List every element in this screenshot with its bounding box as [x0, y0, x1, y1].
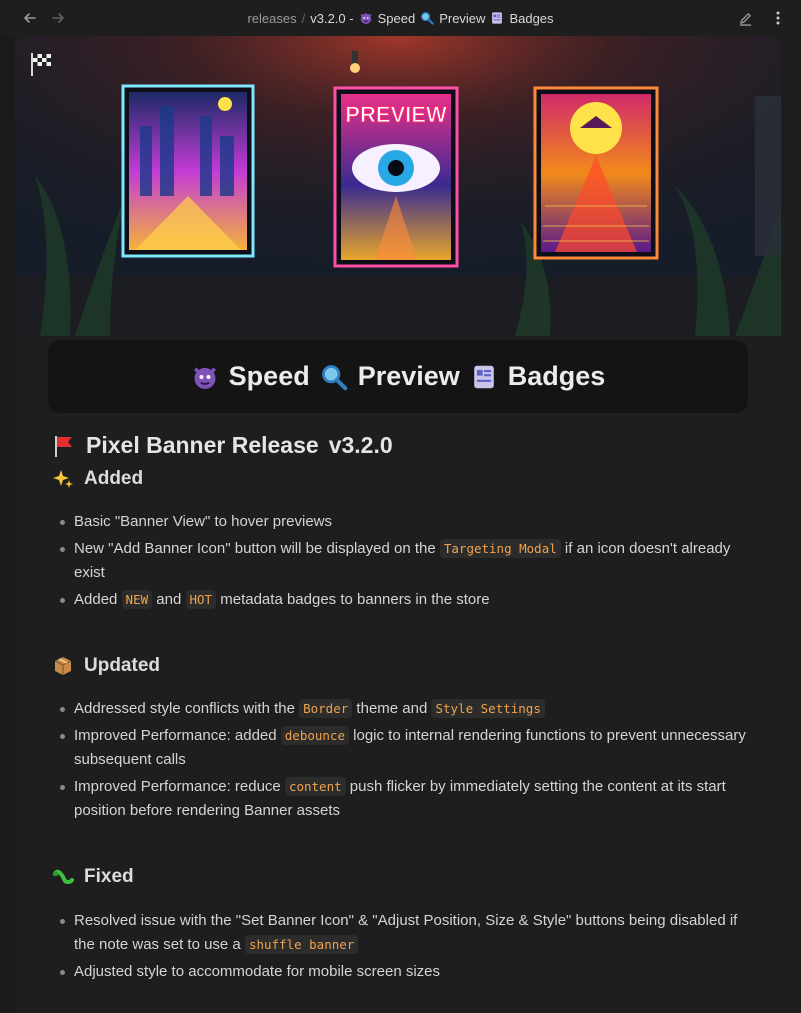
- list-item: Improved Performance: reduce content pus…: [58, 775, 748, 823]
- breadcrumb-preview: Preview: [439, 10, 486, 26]
- list-item: Basic "Banner View" to hover previews: [58, 510, 748, 534]
- id-card-icon: [473, 365, 494, 388]
- preview-poster-text: PREVIEW: [345, 102, 447, 127]
- breadcrumb-speed: Speed: [377, 10, 416, 26]
- code-inline: content: [284, 777, 346, 796]
- breadcrumb-separator: /: [301, 10, 306, 26]
- banner-image[interactable]: PREVIEW: [15, 36, 781, 336]
- list-item: Resolved issue with the "Set Banner Icon…: [58, 909, 748, 957]
- breadcrumb-current-version[interactable]: v3.2.0 -: [310, 11, 353, 26]
- added-list: Basic "Banner View" to hover previews Ne…: [58, 510, 748, 615]
- code-inline: HOT: [185, 590, 217, 609]
- title-name: Pixel Banner Release: [86, 432, 319, 458]
- breadcrumb-parent[interactable]: releases: [247, 11, 296, 26]
- breadcrumb-badges: Badges: [509, 10, 554, 26]
- heading-added: Added: [52, 468, 143, 490]
- breadcrumb: releases / v3.2.0 - Speed Preview Badges: [0, 0, 801, 36]
- badge-speed: Speed: [228, 361, 310, 391]
- red-flag-icon: [55, 435, 72, 457]
- code-inline: NEW: [121, 590, 153, 609]
- edit-pencil-icon[interactable]: [733, 6, 757, 30]
- code-inline: Border: [299, 699, 353, 718]
- list-item: Added NEW and HOT metadata badges to ban…: [58, 588, 748, 612]
- more-options-icon[interactable]: [766, 6, 790, 30]
- code-inline: Targeting Modal: [439, 539, 561, 558]
- code-inline: Style Settings: [431, 699, 545, 718]
- updated-list: Addressed style conflicts with the Borde…: [58, 697, 748, 826]
- badge-badges: Badges: [507, 361, 606, 391]
- fixed-list: Resolved issue with the "Set Banner Icon…: [58, 909, 748, 987]
- title-bar: releases / v3.2.0 - Speed Preview Badges: [0, 0, 801, 36]
- list-item: Improved Performance: added debounce log…: [58, 724, 748, 772]
- heading-updated: Updated: [52, 655, 160, 677]
- heading-fixed: Fixed: [52, 866, 134, 888]
- package-icon: [54, 657, 72, 675]
- devil-face-icon: [360, 13, 372, 24]
- sparkles-icon: [53, 470, 73, 488]
- list-item: Addressed style conflicts with the Borde…: [58, 697, 748, 721]
- code-inline: shuffle banner: [244, 935, 359, 954]
- checkered-flag-icon: [31, 53, 51, 76]
- left-panel-edge: [0, 36, 15, 1013]
- banner-badges-box: Speed Preview Badges: [48, 340, 748, 413]
- title-version: v3.2.0: [328, 432, 393, 458]
- magnifier-icon: [421, 12, 434, 25]
- devil-face-icon: [193, 366, 216, 389]
- list-item: Adjusted style to accommodate for mobile…: [58, 960, 748, 984]
- page-title: Pixel Banner Release v3.2.0: [52, 432, 393, 459]
- code-inline: debounce: [280, 726, 349, 745]
- list-item: New "Add Banner Icon" button will be dis…: [58, 537, 748, 585]
- badge-preview: Preview: [357, 361, 460, 391]
- bug-icon: [53, 869, 74, 885]
- id-card-icon: [492, 12, 503, 24]
- magnifier-icon: [321, 364, 348, 390]
